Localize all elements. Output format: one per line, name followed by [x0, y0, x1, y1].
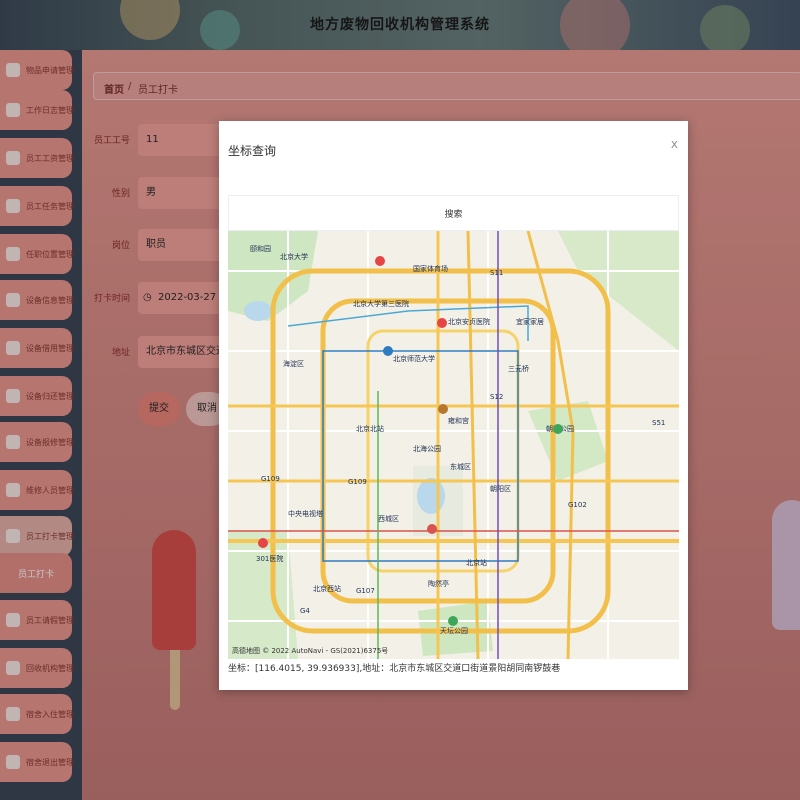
- map-label-g4: G4: [300, 607, 310, 615]
- hospital-icon: [258, 538, 268, 548]
- map-label-301: 301医院: [256, 554, 283, 563]
- map-label-g109b: G109: [348, 478, 367, 486]
- map-label-dongcheng: 东城区: [450, 462, 471, 471]
- map-label-hospital3: 北京大学第三医院: [353, 299, 409, 308]
- map-label-sanyuanqiao: 三元桥: [508, 364, 529, 373]
- search-label: 搜索: [444, 210, 463, 220]
- hospital-icon: [375, 256, 385, 266]
- map-canvas: 颐和园 北京大学 国家体育场 S11 北京大学第三医院 北京安贞医院 宜家家居 …: [228, 231, 679, 659]
- map-label-haidian: 海淀区: [283, 359, 304, 368]
- temple-icon: [438, 404, 448, 414]
- map-label-ikea: 宜家家居: [516, 317, 544, 326]
- map-label-chaoyang: 朝阳区: [490, 484, 511, 493]
- hospital-icon: [437, 318, 447, 328]
- map-label-s51: S51: [652, 419, 665, 427]
- park-icon: [553, 424, 563, 434]
- map-label-taoranting: 陶然亭: [428, 579, 449, 588]
- landmark-icon: [427, 524, 437, 534]
- map-label-tiantan: 天坛公园: [440, 626, 468, 635]
- map-label-beijing-west: 北京西站: [313, 584, 341, 593]
- map-label-cctv-tower: 中央电视塔: [288, 509, 323, 518]
- map-label-g102: G102: [568, 501, 587, 509]
- map-label-g107: G107: [356, 587, 375, 595]
- map-view[interactable]: 颐和园 北京大学 国家体育场 S11 北京大学第三医院 北京安贞医院 宜家家居 …: [228, 231, 679, 659]
- school-icon: [383, 346, 393, 356]
- dialog-title: 坐标查询: [228, 144, 277, 158]
- map-label-g109: G109: [261, 475, 280, 483]
- map-label-xicheng: 西城区: [378, 515, 399, 523]
- coordinate-dialog: 坐标查询 x 搜索 颐和园 北京大学 国家体育场 S11 北京大学第三医院 北京…: [219, 121, 688, 690]
- map-label-beida: 北京大学: [280, 252, 308, 261]
- search-button[interactable]: 搜索: [228, 195, 679, 231]
- map-label-s12: S12: [490, 393, 503, 401]
- map-attribution: 高德地图 © 2022 AutoNavi - GS(2021)6375号: [232, 647, 389, 655]
- map-label-yiheyuan: 颐和园: [250, 244, 271, 253]
- coordinate-result: 坐标：[116.4015, 39.936933],地址：北京市东城区交道口街道景…: [228, 664, 561, 674]
- map-label-bnu: 北京师范大学: [393, 354, 435, 363]
- map-label-beijing-north: 北京北站: [356, 424, 384, 433]
- map-label-stadium: 国家体育场: [413, 264, 448, 273]
- map-label-beijing-station: 北京站: [466, 558, 487, 567]
- map-label-yonghegong: 雍和宫: [448, 416, 469, 425]
- map-label-s11: S11: [490, 269, 503, 277]
- map-label-beihai: 北海公园: [413, 444, 441, 453]
- map-label-anzhen: 北京安贞医院: [448, 317, 490, 326]
- park-icon: [448, 616, 458, 626]
- close-icon[interactable]: x: [671, 137, 678, 151]
